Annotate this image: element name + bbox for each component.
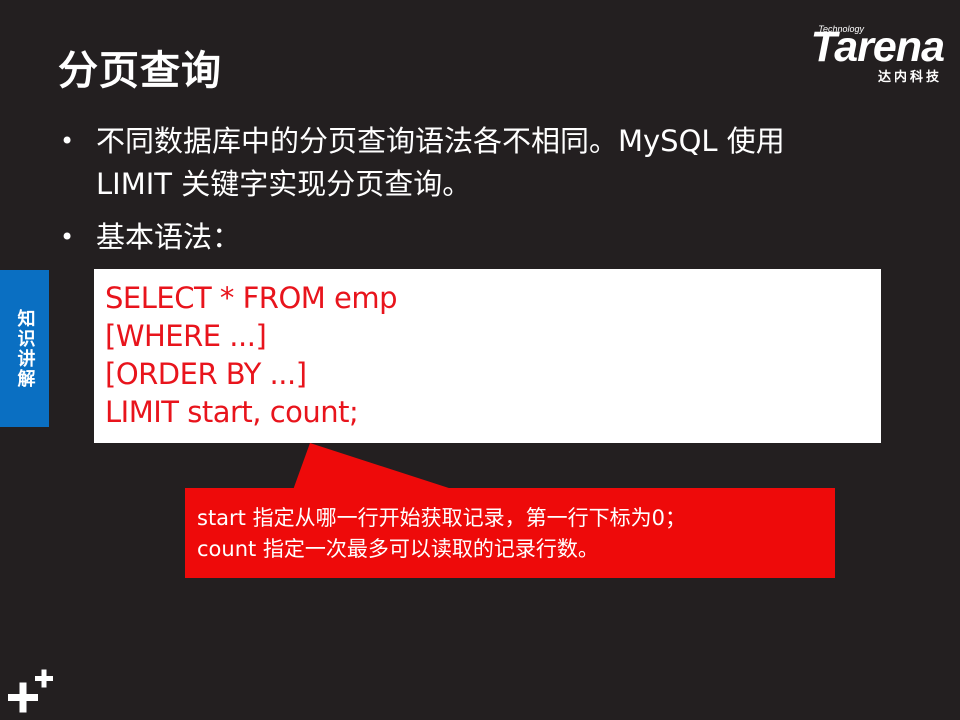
logo-brand-text: Tarena xyxy=(810,23,945,71)
side-tab-knowledge: 知识讲解 xyxy=(0,270,49,427)
bullet-text-line: 不同数据库中的分页查询语法各不相同。MySQL 使用 xyxy=(96,124,785,158)
callout-text-line: count 指定一次最多可以读取的记录行数。 xyxy=(197,537,599,561)
page-title: 分页查询 xyxy=(58,48,222,94)
code-line: SELECT * FROM emp xyxy=(105,281,398,315)
side-tab-label: 知识讲解 xyxy=(14,308,36,389)
code-line: [WHERE ...] xyxy=(105,319,267,353)
bullet-item: • 基本语法： xyxy=(58,216,878,259)
callout-text-line: start 指定从哪一行开始获取记录，第一行下标为0； xyxy=(197,506,686,530)
plus-logo-icon xyxy=(8,669,53,713)
bullet-dot-icon: • xyxy=(60,223,75,251)
code-box: SELECT * FROM emp [WHERE ...] [ORDER BY … xyxy=(94,269,881,443)
tarena-logo: Technology Tarena 达内科技 xyxy=(779,20,945,86)
code-line: [ORDER BY ...] xyxy=(105,357,307,391)
callout-box: start 指定从哪一行开始获取记录，第一行下标为0； count 指定一次最多… xyxy=(185,488,835,578)
bullet-text-line: LIMIT 关键字实现分页查询。 xyxy=(96,167,472,201)
bullet-text-line: 基本语法： xyxy=(96,220,242,254)
logo-chinese-text: 达内科技 xyxy=(877,70,942,85)
code-line: LIMIT start, count; xyxy=(105,395,359,429)
bullet-dot-icon: • xyxy=(60,127,75,155)
bullet-list: • 不同数据库中的分页查询语法各不相同。MySQL 使用 LIMIT 关键字实现… xyxy=(58,120,878,269)
bullet-item: • 不同数据库中的分页查询语法各不相同。MySQL 使用 LIMIT 关键字实现… xyxy=(58,120,878,206)
